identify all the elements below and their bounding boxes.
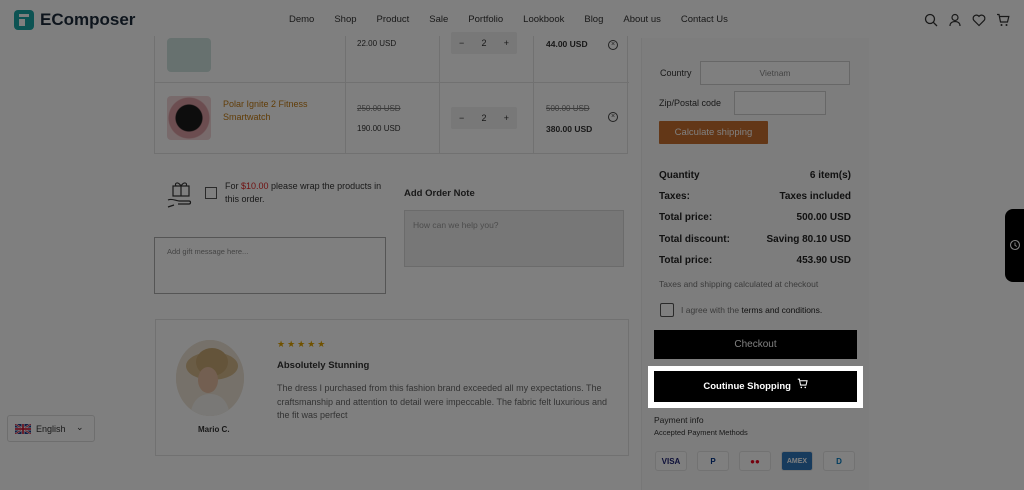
item-sale-price: 190.00 USD: [357, 124, 401, 133]
language-label: English: [36, 424, 66, 434]
qty-plus-button[interactable]: +: [504, 113, 509, 123]
cart-table: 22.00 USD − 2 + 44.00 USD × Polar Ignite…: [154, 32, 629, 154]
checkout-button[interactable]: Checkout: [654, 330, 857, 359]
summary-row: Quantity 6 item(s): [659, 170, 851, 181]
reviewer-avatar: [176, 340, 244, 416]
product-image[interactable]: [167, 38, 211, 72]
table-row: 22.00 USD − 2 + 44.00 USD ×: [155, 32, 629, 83]
cart-icon: [797, 371, 808, 402]
nav-lookbook[interactable]: Lookbook: [523, 14, 564, 25]
cart-icon[interactable]: [996, 13, 1010, 27]
summary-row: Total discount: Saving 80.10 USD: [659, 234, 851, 245]
nav-blog[interactable]: Blog: [584, 14, 603, 25]
nav-demo[interactable]: Demo: [289, 14, 314, 25]
language-selector[interactable]: English ⌄: [7, 415, 95, 442]
logo[interactable]: EComposer: [14, 10, 135, 30]
gift-message-textarea[interactable]: Add gift message here...: [154, 237, 386, 294]
gift-wrap-label: For $10.00 please wrap the products in t…: [225, 180, 385, 206]
qty-minus-button[interactable]: −: [459, 113, 464, 123]
header-icons: [924, 13, 1010, 27]
gift-wrap-checkbox[interactable]: [205, 187, 217, 199]
quantity-stepper[interactable]: − 2 +: [451, 32, 517, 54]
review-body: The dress I purchased from this fashion …: [277, 383, 608, 420]
logo-text: EComposer: [40, 10, 136, 29]
country-select[interactable]: Vietnam: [700, 61, 850, 85]
nav-shop[interactable]: Shop: [334, 14, 356, 25]
tax-note: Taxes and shipping calculated at checkou…: [659, 279, 819, 289]
summary-row: Total price: 500.00 USD: [659, 212, 851, 223]
qty-plus-button[interactable]: +: [504, 38, 509, 48]
summary-key: Total discount:: [659, 234, 730, 245]
cart-page: EComposer Demo Shop Product Sale Portfol…: [0, 0, 1024, 490]
rating-stars: ★★★★★: [277, 339, 328, 349]
product-name-link[interactable]: Polar Ignite 2 Fitness Smartwatch: [223, 98, 333, 124]
reviewer-name: Mario C.: [198, 425, 230, 434]
zip-label: Zip/Postal code: [659, 98, 722, 108]
nav-portfolio[interactable]: Portfolio: [468, 14, 503, 25]
payment-info-title: Payment info: [654, 415, 704, 425]
summary-row: Taxes: Taxes included: [659, 191, 851, 202]
history-side-tab[interactable]: [1005, 209, 1024, 282]
gift-icon: [166, 180, 196, 208]
diners-icon: D: [823, 451, 855, 471]
review-title: Absolutely Stunning: [277, 360, 370, 371]
qty-value[interactable]: 2: [481, 113, 486, 123]
order-note-title: Add Order Note: [404, 188, 475, 199]
search-icon[interactable]: [924, 13, 938, 27]
continue-shopping-label: Coutinue Shopping: [703, 381, 791, 393]
item-original-price: 250.00 USD: [357, 104, 401, 113]
user-icon[interactable]: [948, 13, 962, 27]
country-label: Country: [660, 68, 692, 78]
summary-value: 500.00 USD: [796, 212, 851, 223]
terms-checkbox[interactable]: [660, 303, 674, 317]
qty-minus-button[interactable]: −: [459, 38, 464, 48]
logo-icon: [14, 10, 34, 30]
line-total: 380.00 USD: [546, 124, 593, 134]
chevron-down-icon: ⌄: [76, 422, 84, 432]
order-note-textarea[interactable]: How can we help you?: [404, 210, 624, 267]
remove-item-icon[interactable]: ×: [608, 112, 618, 122]
summary-row: Total price: 453.90 USD: [659, 255, 851, 266]
nav-about[interactable]: About us: [623, 14, 661, 25]
summary-value: Saving 80.10 USD: [766, 234, 851, 245]
summary-value: 6 item(s): [809, 170, 851, 181]
summary-key: Total price:: [659, 212, 713, 223]
summary-value: 453.90 USD: [796, 255, 851, 266]
main-nav: Demo Shop Product Sale Portfolio Lookboo…: [289, 14, 748, 25]
nav-contact[interactable]: Contact Us: [681, 14, 728, 25]
summary-key: Quantity: [659, 170, 700, 181]
quantity-stepper[interactable]: − 2 +: [451, 107, 517, 129]
visa-icon: VISA: [655, 451, 687, 471]
summary-key: Total price:: [659, 255, 713, 266]
amex-icon: AMEX: [781, 451, 813, 471]
item-price: 22.00 USD: [357, 39, 397, 48]
terms-prefix: I agree with the: [681, 305, 742, 315]
mastercard-icon: ●●: [739, 451, 771, 471]
review-card: Mario C. ★★★★★ Absolutely Stunning The d…: [155, 319, 629, 456]
zip-input[interactable]: [734, 91, 826, 115]
calculate-shipping-button[interactable]: Calculate shipping: [659, 121, 768, 144]
gift-wrap-price: $10.00: [241, 181, 269, 191]
product-image[interactable]: [167, 96, 211, 140]
terms-label: I agree with the terms and conditions.: [681, 305, 822, 315]
gift-text-prefix: For: [225, 181, 242, 191]
qty-value[interactable]: 2: [481, 38, 486, 48]
nav-sale[interactable]: Sale: [429, 14, 448, 25]
uk-flag-icon: [15, 424, 31, 434]
summary-value: Taxes included: [779, 191, 851, 202]
heart-icon[interactable]: [972, 13, 986, 27]
line-original-total: 500.00 USD: [546, 104, 590, 113]
line-total: 44.00 USD: [546, 39, 588, 49]
payment-methods-label: Accepted Payment Methods: [654, 428, 748, 437]
remove-item-icon[interactable]: ×: [608, 40, 618, 50]
summary-key: Taxes:: [659, 191, 690, 202]
payment-icons: VISA P ●● AMEX D: [655, 451, 855, 471]
terms-link[interactable]: terms and conditions.: [741, 305, 822, 315]
paypal-icon: P: [697, 451, 729, 471]
nav-product[interactable]: Product: [377, 14, 410, 25]
continue-shopping-button[interactable]: Coutinue Shopping: [654, 371, 857, 402]
